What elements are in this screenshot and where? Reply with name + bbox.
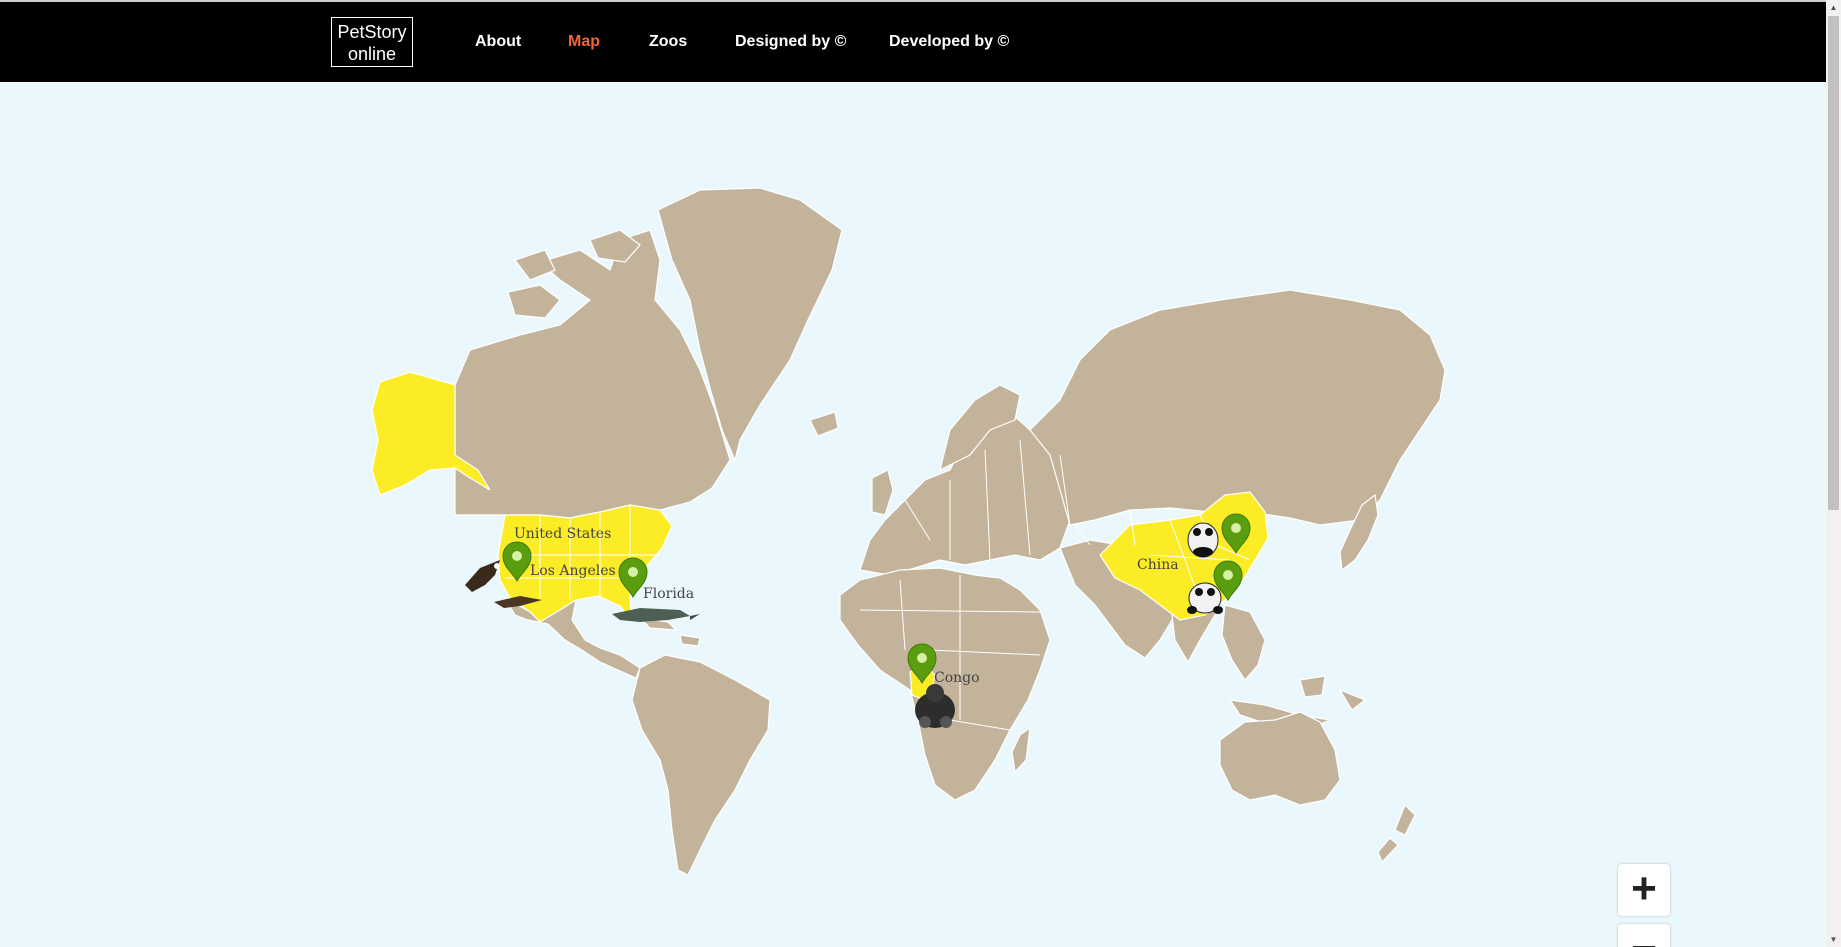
brand-logo[interactable]: PetStory online [331,17,413,67]
land-caribbean [638,617,701,647]
land-iceland [809,411,839,437]
zoom-out-button[interactable]: − [1618,924,1670,947]
land-mexico-central-america [503,596,641,679]
nav-zoos[interactable]: Zoos [649,33,687,51]
brand-line-1: PetStory [337,22,407,42]
scroll-thumb[interactable] [1828,16,1839,510]
world-map[interactable] [0,82,1826,947]
land-russia-asia [1029,289,1446,526]
nav-designed-by[interactable]: Designed by © [735,33,846,51]
land-southeast-asia [1221,604,1266,681]
page-scrollbar[interactable]: ▲ ▼ [1826,0,1841,947]
scroll-down-arrow-icon[interactable]: ▼ [1826,932,1841,947]
nav-about[interactable]: About [475,33,521,51]
brand-line-2: online [347,44,397,64]
land-australia [1219,711,1341,806]
label-los-angeles: Los Angeles [530,563,616,579]
land-new-zealand [1377,803,1416,864]
land-south-america [631,654,771,876]
world-map-svg[interactable] [0,82,1826,947]
label-congo: Congo [934,670,980,686]
minus-icon: − [1631,924,1657,947]
plus-icon: + [1631,864,1657,913]
scroll-up-arrow-icon[interactable]: ▲ [1826,0,1841,15]
label-united-states: United States [514,526,612,542]
nav-developed-by[interactable]: Developed by © [889,33,1009,51]
land-uk [871,469,894,516]
label-florida: Florida [643,586,695,602]
nav-map[interactable]: Map [568,33,600,51]
panda-icon[interactable] [1187,522,1219,558]
top-navbar: PetStory online About Map Zoos Designed … [0,0,1826,82]
land-madagascar [1011,726,1031,774]
label-china: China [1137,557,1179,573]
page: PetStory online About Map Zoos Designed … [0,0,1841,947]
zoom-in-button[interactable]: + [1618,864,1670,916]
